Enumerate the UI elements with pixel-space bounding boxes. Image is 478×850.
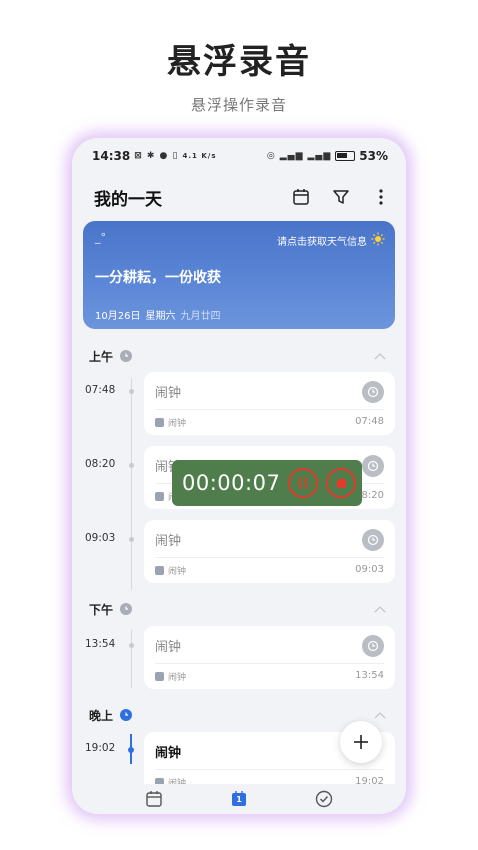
weather-hint[interactable]: 请点击获取天气信息 [277, 233, 367, 248]
chevron-up-icon[interactable] [374, 605, 386, 613]
add-button[interactable] [340, 721, 382, 763]
clock-icon [120, 350, 133, 362]
chevron-up-icon[interactable] [374, 352, 386, 360]
section-morning[interactable]: 上午 [89, 347, 386, 365]
event-time-label: 09:03 [85, 532, 116, 544]
divider [155, 409, 384, 410]
timeline-dot [129, 463, 134, 468]
event-title: 闹钟 [155, 640, 182, 655]
section-evening[interactable]: 晚上 [89, 706, 386, 724]
nav-check-circle-icon[interactable] [313, 788, 335, 810]
moon-icon [120, 709, 133, 721]
timeline-dot [129, 537, 134, 542]
nav-calendar-icon[interactable] [143, 788, 165, 810]
status-icons-left: ⊠ ✱ ● ▯ [134, 151, 179, 161]
today-badge: 1 [236, 795, 242, 804]
promo-subtitle: 悬浮操作录音 [190, 96, 287, 114]
sun-icon [371, 231, 385, 246]
alarm-clock-icon [362, 529, 384, 551]
tag-icon [155, 566, 164, 575]
hotspot-icon: ◎ [266, 151, 276, 161]
recording-timer: 00:00:07 [182, 471, 281, 495]
pause-button[interactable] [288, 468, 319, 498]
clock-icon [120, 603, 133, 615]
event-tag: 闹钟 [155, 670, 186, 683]
chevron-up-icon[interactable] [374, 711, 386, 719]
event-time: 07:48 [355, 416, 384, 427]
floating-recorder[interactable]: 00:00:07 [172, 460, 362, 506]
event-time: 09:03 [355, 564, 384, 575]
battery-icon [335, 151, 356, 161]
event-card[interactable]: 闹钟 闹钟 13:54 [144, 626, 395, 689]
filter-icon[interactable] [330, 186, 352, 208]
section-label: 上午 [89, 349, 114, 364]
stop-icon [336, 478, 346, 488]
timeline-dot [129, 643, 134, 648]
status-bar: 14:38 ⊠ ✱ ● ▯ 4.1 K/s ◎ ▂▄▆ ▂▄▆ 53% [92, 146, 388, 166]
divider [155, 557, 384, 558]
timeline-dot-active [128, 747, 134, 753]
calendar-icon[interactable] [290, 186, 312, 208]
divider [155, 769, 384, 770]
event-title: 闹钟 [155, 746, 182, 761]
section-afternoon[interactable]: 下午 [89, 600, 386, 618]
tag-icon [155, 672, 164, 681]
timeline-line [131, 630, 132, 688]
tag-icon [155, 418, 164, 427]
phone-frame: 14:38 ⊠ ✱ ● ▯ 4.1 K/s ◎ ▂▄▆ ▂▄▆ 53% 我的一天 [72, 138, 406, 814]
weather-date: 10月26日 [95, 311, 141, 322]
promo-title: 悬浮录音 [167, 42, 311, 82]
signal-5g-icon: ▂▄▆ [307, 151, 332, 161]
event-title: 闹钟 [155, 534, 182, 549]
timeline-line [131, 378, 132, 590]
weather-date-row: 10月26日 星期六 九月廿四 [95, 307, 220, 322]
pause-icon [299, 477, 308, 489]
divider [155, 663, 384, 664]
event-time-label: 08:20 [85, 458, 116, 470]
event-tag: 闹钟 [155, 564, 186, 577]
alarm-clock-icon [362, 381, 384, 403]
battery-percent: 53% [359, 149, 388, 163]
weather-card[interactable]: _° 请点击获取天气信息 一分耕耘，一份收获 10月26日 星期六 九月廿四 [83, 221, 395, 329]
alarm-clock-icon [362, 635, 384, 657]
weather-quote: 一分耕耘，一份收获 [95, 270, 221, 286]
event-card[interactable]: 闹钟 闹钟 07:48 [144, 372, 395, 435]
event-tag: 闹钟 [155, 416, 186, 429]
event-time-label: 13:54 [85, 638, 116, 650]
event-time-label: 19:02 [85, 742, 116, 754]
plus-icon [354, 735, 368, 749]
event-title: 闹钟 [155, 386, 182, 401]
status-time: 14:38 [92, 149, 131, 163]
page-title: 我的一天 [94, 189, 162, 210]
alarm-clock-icon [362, 455, 384, 477]
weather-weekday: 星期六 [145, 311, 176, 322]
weather-lunar: 九月廿四 [180, 311, 221, 322]
nav-today-icon[interactable]: 1 [228, 788, 250, 810]
bottom-nav: 1 [72, 784, 406, 814]
more-icon[interactable] [370, 186, 392, 208]
stop-button[interactable] [326, 468, 357, 498]
event-card[interactable]: 闹钟 闹钟 09:03 [144, 520, 395, 583]
section-label: 下午 [89, 602, 114, 617]
signal-5g-icon: ▂▄▆ [279, 151, 304, 161]
timeline-dot [129, 389, 134, 394]
event-time: 13:54 [355, 670, 384, 681]
app-header: 我的一天 [94, 178, 392, 216]
tag-icon [155, 492, 164, 501]
weather-temp: _° [95, 231, 106, 244]
section-label: 晚上 [89, 708, 114, 723]
data-speed-text: 4.1 K/s [182, 152, 217, 160]
event-time-label: 07:48 [85, 384, 116, 396]
